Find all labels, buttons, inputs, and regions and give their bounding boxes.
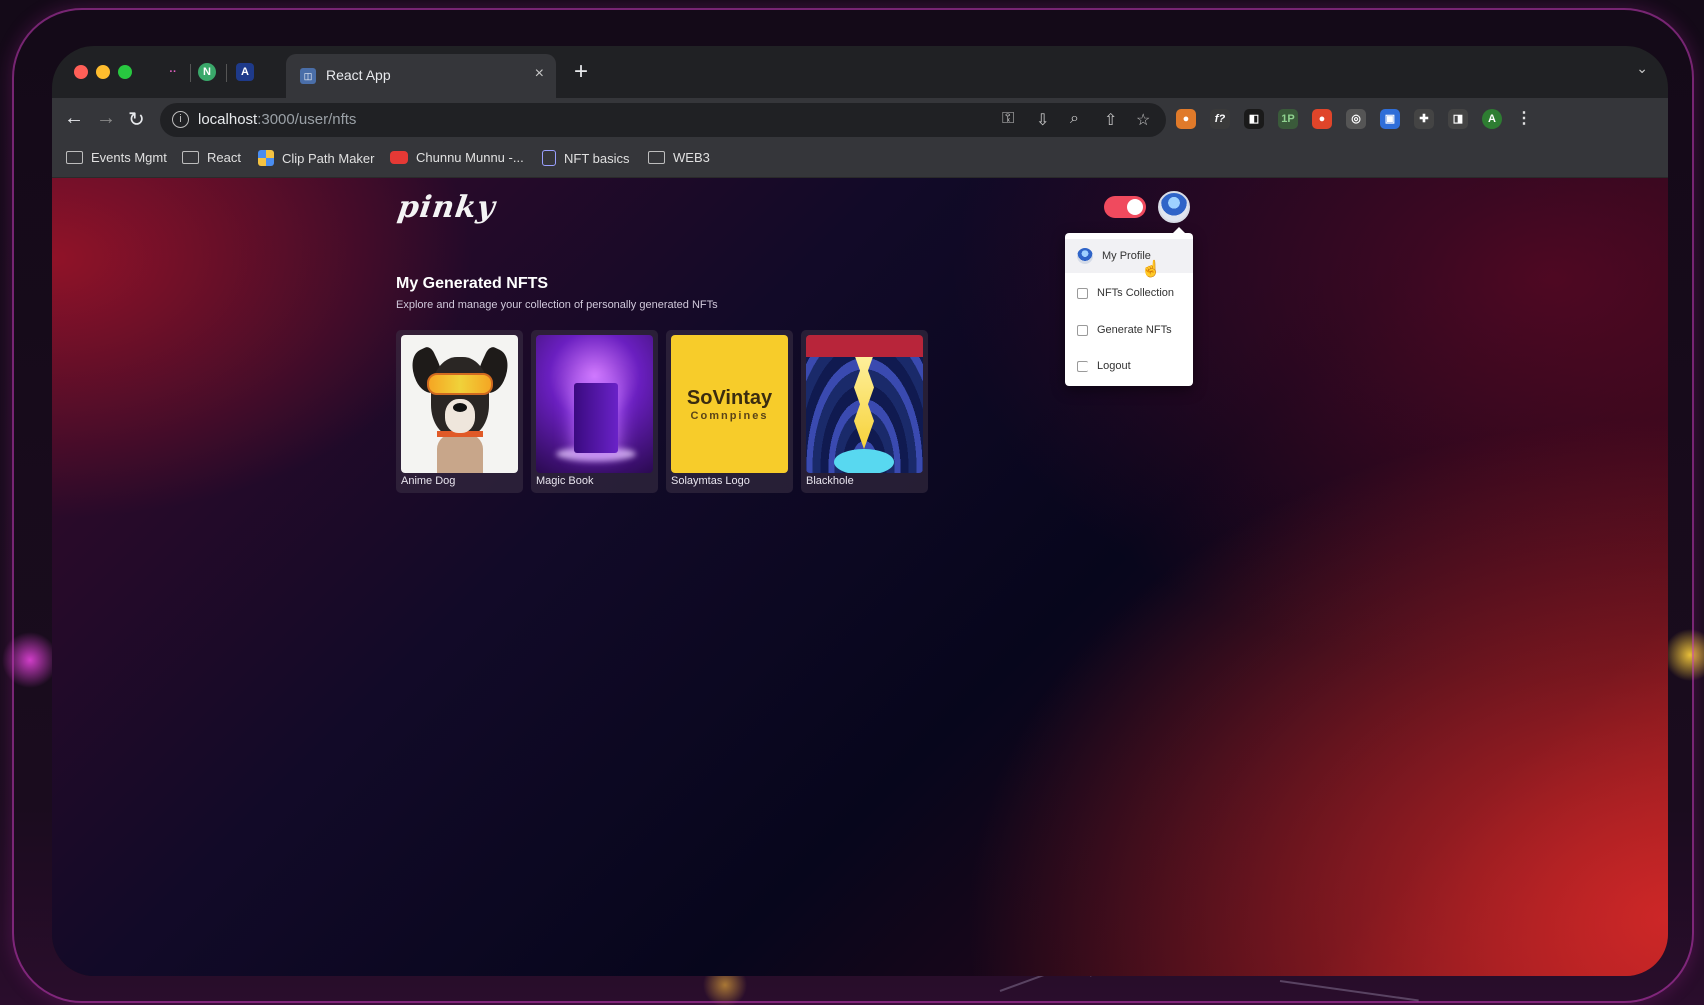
url-text: localhost:3000/user/nfts bbox=[198, 111, 356, 128]
nft-card-blackhole[interactable]: Blackhole bbox=[801, 330, 928, 493]
magic-book-image bbox=[536, 335, 653, 473]
bookmark-chunnu-munnu[interactable]: Chunnu Munnu -... bbox=[390, 150, 524, 165]
maximize-window-button[interactable] bbox=[118, 65, 132, 79]
nft-name: Anime Dog bbox=[401, 475, 456, 487]
logout-icon bbox=[1077, 360, 1088, 372]
blackhole-image bbox=[806, 335, 923, 473]
zoom-icon[interactable]: ⌕ bbox=[1070, 110, 1079, 128]
bookmark-events-mgmt[interactable]: Events Mgmt bbox=[66, 150, 167, 165]
menu-item-generate-nfts[interactable]: Generate NFTs bbox=[1065, 313, 1193, 347]
folder-icon bbox=[66, 151, 83, 164]
pinky-logo[interactable]: pinky bbox=[396, 190, 498, 225]
site-info-icon[interactable]: i bbox=[172, 111, 189, 128]
tab-title: React App bbox=[326, 67, 391, 83]
bookmark-web3[interactable]: WEB3 bbox=[648, 150, 710, 165]
nft-grid: Anime Dog Magic Book SoVintay Comnpines … bbox=[396, 330, 928, 493]
close-tab-icon[interactable]: × bbox=[535, 65, 544, 83]
password-key-icon[interactable]: ⚿ bbox=[1002, 110, 1014, 128]
nft-name: Blackhole bbox=[806, 475, 854, 487]
menu-item-nfts-collection[interactable]: NFTs Collection bbox=[1065, 276, 1193, 310]
page-title: My Generated NFTS bbox=[396, 275, 549, 292]
browser-menu-icon[interactable]: ⋮ bbox=[1514, 109, 1534, 129]
close-window-button[interactable] bbox=[74, 65, 88, 79]
globe-extension-icon[interactable]: ◎ bbox=[1346, 109, 1366, 129]
red-extension-icon[interactable]: ● bbox=[1312, 109, 1332, 129]
clip-path-icon bbox=[258, 150, 274, 166]
youtube-icon bbox=[390, 151, 408, 164]
url-host: localhost bbox=[198, 111, 258, 128]
formula-extension-icon[interactable]: f? bbox=[1210, 109, 1230, 129]
menu-label: NFTs Collection bbox=[1097, 287, 1175, 299]
onepassword-extension-icon[interactable]: 1P bbox=[1278, 109, 1298, 129]
menu-item-my-profile[interactable]: My Profile ☝ bbox=[1065, 239, 1193, 278]
bookmark-star-icon[interactable]: ☆ bbox=[1136, 110, 1150, 130]
minimize-window-button[interactable] bbox=[96, 65, 110, 79]
bookmark-label: Events Mgmt bbox=[91, 150, 167, 165]
tab-search-chevron-icon[interactable]: ⌄ bbox=[1636, 60, 1648, 77]
bookmark-label: WEB3 bbox=[673, 150, 710, 165]
bookmark-label: Chunnu Munnu -... bbox=[416, 150, 524, 165]
bookmark-react[interactable]: React bbox=[182, 150, 241, 165]
nft-card-logo[interactable]: SoVintay Comnpines Solaymtas Logo bbox=[666, 330, 793, 493]
bookmarks-bar: Events Mgmt React Clip Path Maker Chunnu… bbox=[52, 142, 1668, 178]
nft-name: Magic Book bbox=[536, 475, 594, 487]
user-avatar-button[interactable] bbox=[1158, 191, 1190, 223]
pinned-tab-3[interactable]: A bbox=[236, 63, 254, 81]
logo-art-subtext: Comnpines bbox=[690, 409, 769, 422]
browser-toolbar: ← → ↻ i localhost:3000/user/nfts ⚿ ⇩ ⌕ ⇧… bbox=[52, 98, 1668, 142]
reload-button[interactable]: ↻ bbox=[128, 107, 145, 132]
folder-icon bbox=[648, 151, 665, 164]
profile-dropdown-menu: My Profile ☝ NFTs Collection Generate NF… bbox=[1065, 227, 1193, 386]
extensions-puzzle-icon[interactable]: ✚ bbox=[1414, 109, 1434, 129]
menu-item-logout[interactable]: Logout bbox=[1065, 349, 1193, 383]
tab-separator bbox=[226, 64, 227, 82]
avatar-icon bbox=[1077, 248, 1093, 264]
browser-window: ·· N A ◫ React App × + ⌄ ← → ↻ i localho… bbox=[52, 46, 1668, 976]
forward-button[interactable]: → bbox=[96, 107, 116, 130]
bookmark-clip-path-maker[interactable]: Clip Path Maker bbox=[258, 150, 374, 166]
blue-extension-icon[interactable]: ▣ bbox=[1380, 109, 1400, 129]
bookmark-nft-basics[interactable]: NFT basics bbox=[542, 150, 630, 166]
address-bar[interactable]: i localhost:3000/user/nfts ⚿ ⇩ ⌕ ⇧ ☆ bbox=[160, 103, 1166, 137]
profile-icon[interactable]: A bbox=[1482, 109, 1502, 129]
generate-icon bbox=[1077, 324, 1088, 336]
url-path: :3000/user/nfts bbox=[257, 111, 357, 128]
theme-toggle[interactable] bbox=[1104, 196, 1146, 218]
tab-separator bbox=[190, 64, 191, 82]
tab-bar: ·· N A ◫ React App × + ⌄ bbox=[52, 46, 1668, 98]
react-favicon-icon: ◫ bbox=[300, 68, 316, 84]
bookmark-label: React bbox=[207, 150, 241, 165]
side-panel-icon[interactable]: ◨ bbox=[1448, 109, 1468, 129]
install-app-icon[interactable]: ⇩ bbox=[1036, 110, 1049, 130]
nft-card-anime-dog[interactable]: Anime Dog bbox=[396, 330, 523, 493]
share-icon[interactable]: ⇧ bbox=[1104, 110, 1117, 130]
menu-label: Logout bbox=[1097, 360, 1131, 372]
nft-card-magic-book[interactable]: Magic Book bbox=[531, 330, 658, 493]
bookmark-label: NFT basics bbox=[564, 150, 630, 166]
new-tab-button[interactable]: + bbox=[574, 58, 588, 86]
nft-page-icon bbox=[542, 150, 556, 166]
tab-react-app[interactable]: ◫ React App × bbox=[286, 54, 556, 98]
app-page: pinky My Profile ☝ NFTs Collection Gener… bbox=[52, 178, 1668, 976]
logo-image: SoVintay Comnpines bbox=[671, 335, 788, 473]
collection-icon bbox=[1077, 287, 1088, 299]
nft-name: Solaymtas Logo bbox=[671, 475, 750, 487]
bookmark-label: Clip Path Maker bbox=[282, 150, 375, 166]
pinned-tab-1[interactable]: ·· bbox=[164, 63, 182, 81]
anime-dog-image bbox=[401, 335, 518, 473]
metamask-extension-icon[interactable]: ● bbox=[1176, 109, 1196, 129]
page-subtitle: Explore and manage your collection of pe… bbox=[396, 299, 718, 311]
pinned-tab-2[interactable]: N bbox=[198, 63, 216, 81]
toggle-knob bbox=[1127, 199, 1143, 215]
menu-label: Generate NFTs bbox=[1097, 324, 1172, 336]
dark-extension-icon[interactable]: ◧ bbox=[1244, 109, 1264, 129]
back-button[interactable]: ← bbox=[64, 107, 84, 130]
logo-art-text: SoVintay bbox=[686, 386, 773, 409]
folder-icon bbox=[182, 151, 199, 164]
